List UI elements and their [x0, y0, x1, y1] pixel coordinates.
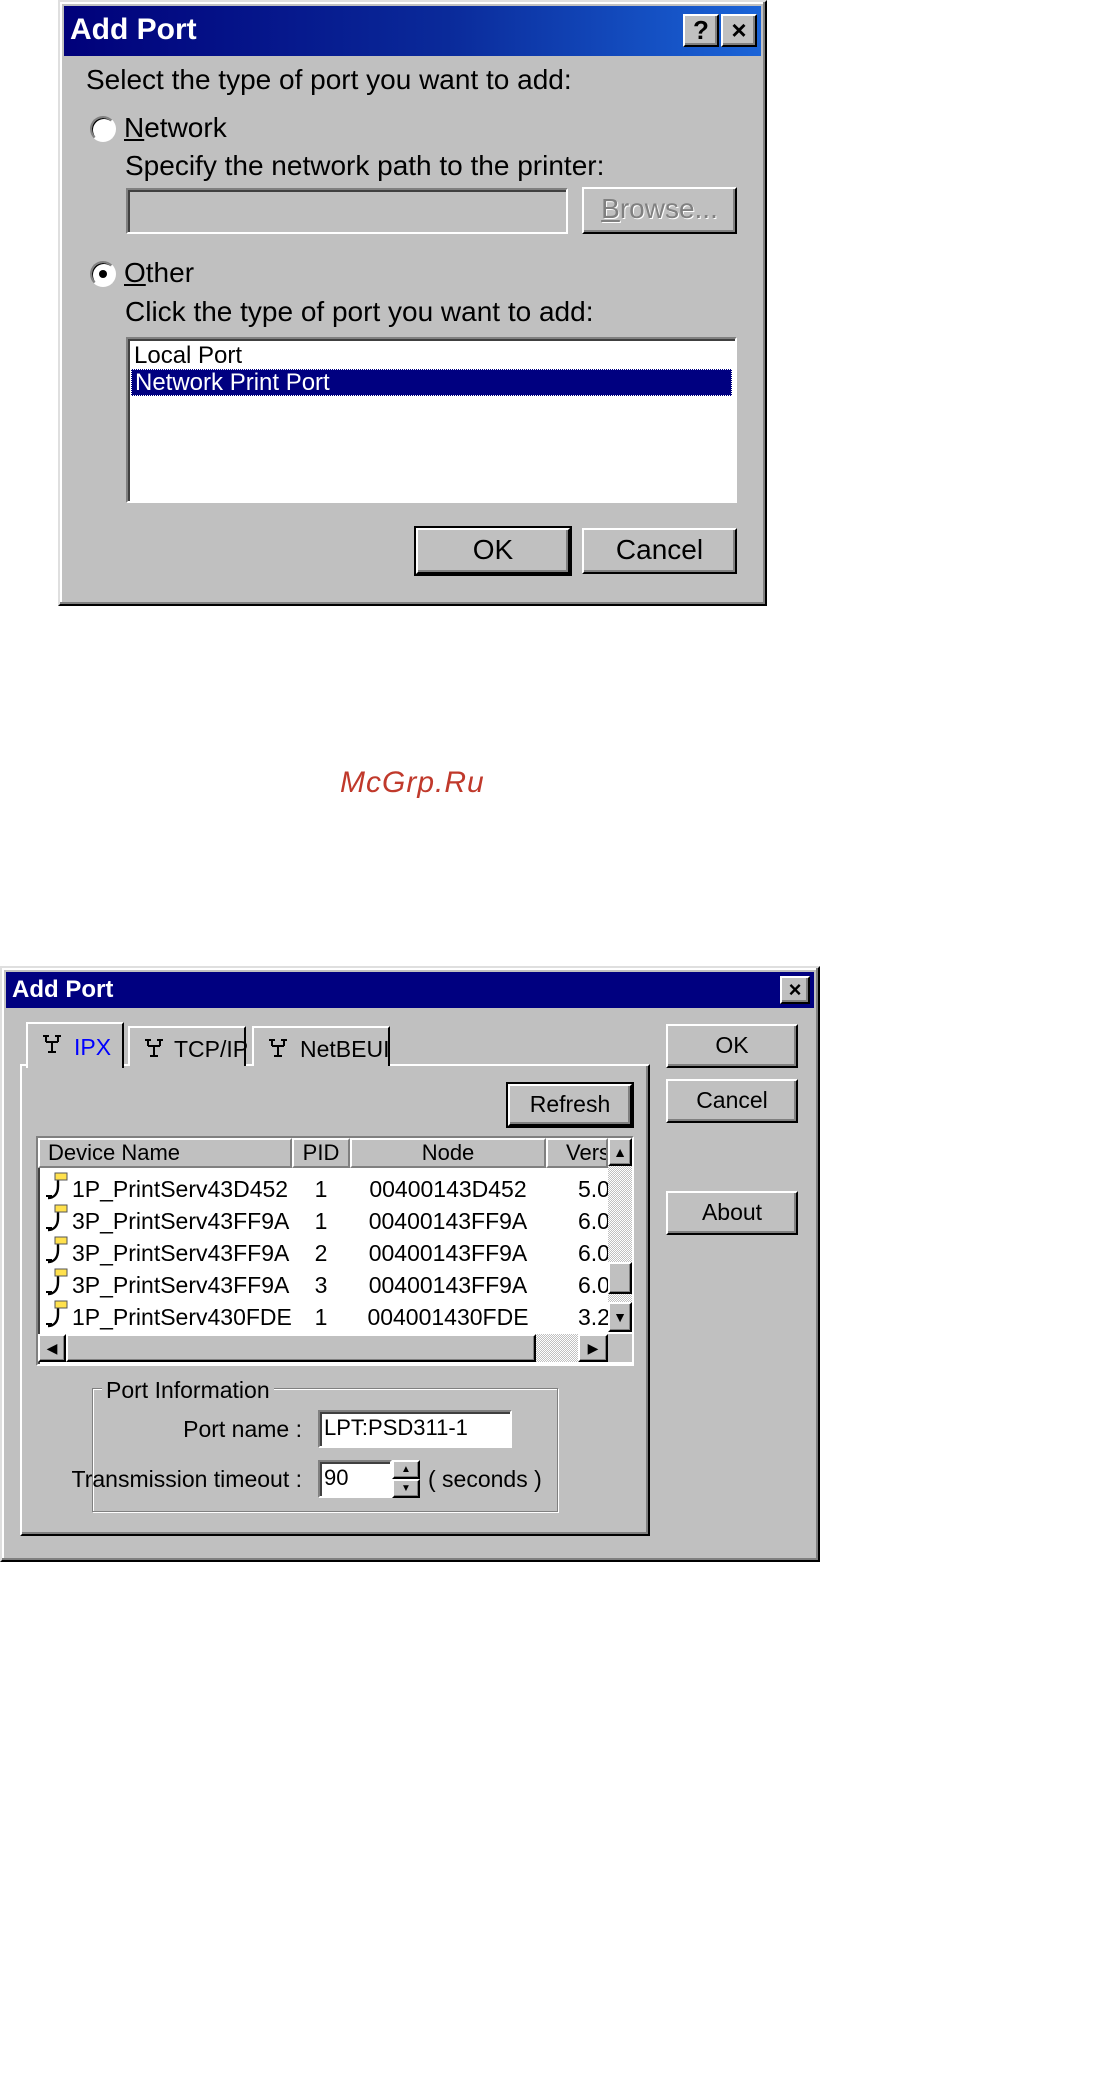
- cancel-button[interactable]: Cancel: [582, 528, 737, 574]
- tab-ipx[interactable]: IPX: [26, 1022, 124, 1068]
- table-row[interactable]: 3P_PrintServ43FF9A 1 00400143FF9A 6.0: [38, 1204, 608, 1236]
- tab-label-tcpip: TCP/IP: [174, 1036, 249, 1062]
- port-name-label: Port name :: [183, 1416, 302, 1442]
- horizontal-scrollbar[interactable]: ◀ ▶: [38, 1334, 608, 1362]
- cancel-button-2[interactable]: Cancel: [666, 1079, 798, 1123]
- network-icon: [145, 1039, 163, 1057]
- cell-name: 1P_PrintServ43D452: [72, 1176, 289, 1202]
- browse-button[interactable]: Browse...: [582, 187, 737, 234]
- network-label[interactable]: Network: [124, 112, 227, 144]
- tab-netbeui[interactable]: NetBEUI: [252, 1026, 390, 1066]
- ok-button[interactable]: OK: [414, 526, 572, 576]
- printer-port-icon: [46, 1204, 68, 1232]
- printer-port-icon: [46, 1172, 68, 1200]
- refresh-button[interactable]: Refresh: [506, 1082, 634, 1128]
- cell-pid: 2: [314, 1240, 328, 1266]
- cell-name: 1P_PrintServ430FDE: [72, 1304, 292, 1330]
- cell-node: 00400143D452: [369, 1176, 527, 1202]
- other-radio[interactable]: [90, 261, 116, 287]
- network-icon: [43, 1035, 61, 1053]
- cell-pid: 3: [314, 1272, 328, 1298]
- cell-node: 00400143FF9A: [368, 1272, 528, 1298]
- dialog-title: Add Port: [70, 13, 197, 46]
- network-path-prompt: Specify the network path to the printer:: [125, 150, 605, 181]
- network-path-input[interactable]: [126, 188, 568, 234]
- cell-node: 00400143FF9A: [368, 1208, 528, 1234]
- column-header-device-name[interactable]: Device Name: [38, 1138, 292, 1168]
- scroll-corner: [608, 1334, 632, 1362]
- close-button-2[interactable]: ×: [780, 976, 810, 1004]
- radio-selected-dot: [99, 270, 107, 278]
- dialog-title-2: Add Port: [12, 976, 114, 1003]
- close-button[interactable]: ×: [721, 14, 757, 47]
- cell-node: 00400143FF9A: [368, 1240, 528, 1266]
- tab-tcpip[interactable]: TCP/IP: [128, 1026, 249, 1066]
- title-bar-2[interactable]: Add Port ×: [6, 972, 814, 1008]
- watermark-text: McGrp.Ru: [340, 766, 485, 799]
- scroll-thumb[interactable]: [608, 1262, 632, 1294]
- port-name-input[interactable]: LPT:PSD311-1: [318, 1410, 512, 1448]
- column-header-pid[interactable]: PID: [292, 1138, 350, 1168]
- printer-port-icon: [46, 1236, 68, 1264]
- cell-name: 3P_PrintServ43FF9A: [72, 1272, 290, 1298]
- column-header-version[interactable]: Vers: [546, 1138, 608, 1168]
- help-button[interactable]: ?: [683, 14, 719, 47]
- cell-pid: 1: [314, 1208, 328, 1234]
- device-list[interactable]: Device Name PID Node Vers 1P_PrintServ43…: [36, 1136, 634, 1366]
- other-label[interactable]: Other: [124, 257, 194, 289]
- cell-name: 3P_PrintServ43FF9A: [72, 1208, 290, 1234]
- horizontal-scroll-thumb[interactable]: [66, 1334, 536, 1362]
- spin-up-icon[interactable]: ▲: [392, 1460, 420, 1479]
- printer-port-icon: [46, 1268, 68, 1296]
- timeout-input[interactable]: 90: [318, 1460, 392, 1498]
- cell-pid: 1: [314, 1304, 328, 1330]
- device-rows: 1P_PrintServ43D452 1 00400143D452 5.0 3P_Pri…: [38, 1172, 608, 1332]
- about-button[interactable]: About: [666, 1191, 798, 1235]
- cell-ver: 6.0: [578, 1272, 608, 1298]
- scroll-right-arrow-icon[interactable]: ▶: [578, 1334, 608, 1362]
- cell-ver: 6.0: [578, 1208, 608, 1234]
- cell-pid: 1: [314, 1176, 328, 1202]
- table-row[interactable]: 1P_PrintServ43D452 1 00400143D452 5.0: [38, 1172, 608, 1204]
- scroll-left-arrow-icon[interactable]: ◀: [38, 1334, 66, 1362]
- cell-ver: 6.0: [578, 1240, 608, 1266]
- cell-ver: 3.2: [578, 1304, 608, 1330]
- column-header-node[interactable]: Node: [350, 1138, 546, 1168]
- timeout-label: Transmission timeout :: [71, 1466, 303, 1492]
- timeout-spinner[interactable]: ▲ ▼: [392, 1460, 420, 1498]
- timeout-unit: ( seconds ): [428, 1466, 542, 1492]
- port-information-label: Port Information: [102, 1377, 274, 1404]
- spin-down-icon[interactable]: ▼: [392, 1479, 420, 1498]
- printer-port-icon: [46, 1300, 68, 1328]
- cell-name: 3P_PrintServ43FF9A: [72, 1240, 290, 1266]
- scroll-down-arrow-icon[interactable]: ▼: [608, 1302, 632, 1332]
- table-row[interactable]: 3P_PrintServ43FF9A 3 00400143FF9A 6.0: [38, 1268, 608, 1300]
- vertical-scrollbar[interactable]: ▲ ▼: [608, 1138, 632, 1332]
- network-icon: [269, 1039, 287, 1057]
- list-item-local-port[interactable]: Local Port: [134, 342, 242, 370]
- cell-ver: 5.0: [578, 1176, 608, 1202]
- tab-label-netbeui: NetBEUI: [300, 1036, 390, 1062]
- scroll-up-arrow-icon[interactable]: ▲: [608, 1138, 632, 1166]
- port-type-list[interactable]: Local Port Network Print Port: [126, 337, 737, 503]
- title-bar[interactable]: Add Port ? ×: [64, 6, 761, 56]
- table-row[interactable]: 3P_PrintServ43FF9A 2 00400143FF9A 6.0: [38, 1236, 608, 1268]
- ok-button-2[interactable]: OK: [666, 1024, 798, 1068]
- tab-label-ipx: IPX: [74, 1034, 112, 1060]
- table-row[interactable]: 1P_PrintServ430FDE 1 004001430FDE 3.2: [38, 1300, 608, 1332]
- cell-node: 004001430FDE: [367, 1304, 529, 1330]
- network-radio[interactable]: [90, 116, 116, 142]
- select-port-prompt: Select the type of port you want to add:: [86, 64, 572, 95]
- port-type-prompt: Click the type of port you want to add:: [125, 296, 594, 327]
- list-item-network-print-port[interactable]: Network Print Port: [131, 369, 732, 396]
